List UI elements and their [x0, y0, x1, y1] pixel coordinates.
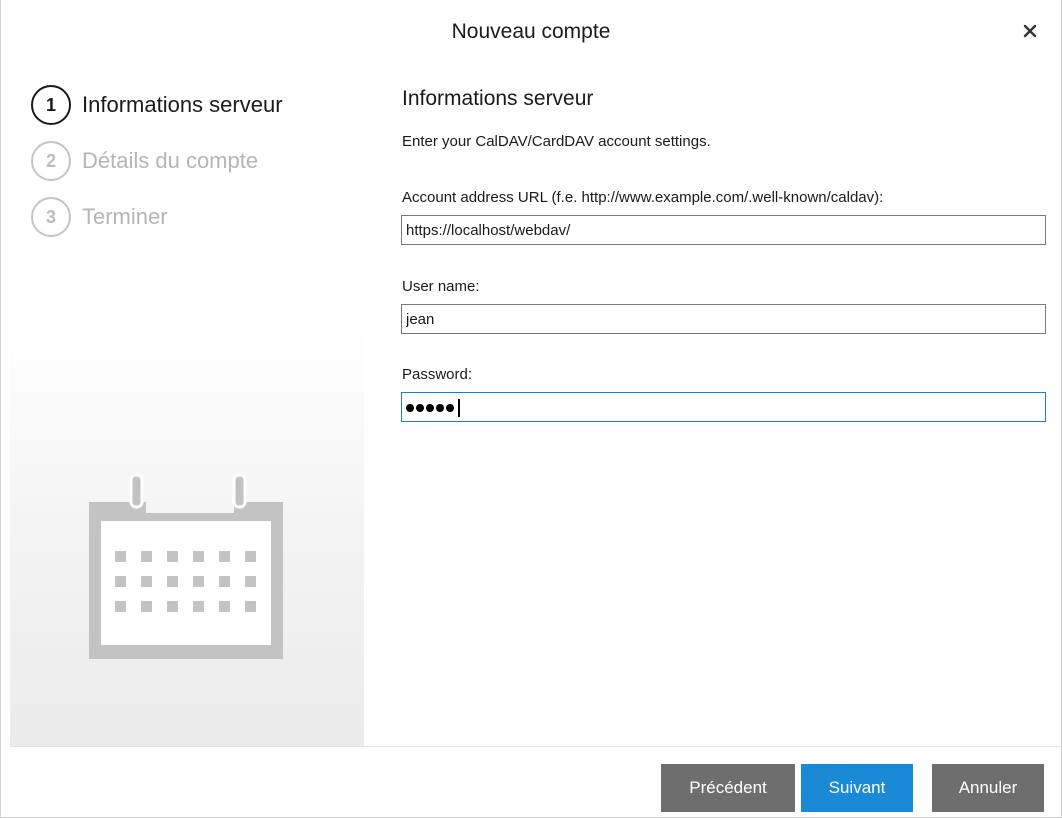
url-input[interactable]	[401, 215, 1046, 245]
close-icon[interactable]	[1017, 18, 1043, 44]
password-label: Password:	[402, 366, 473, 383]
text-caret	[458, 399, 460, 417]
dialog-title: Nouveau compte	[451, 20, 611, 43]
step-label: Informations serveur	[82, 92, 283, 117]
step-label: Détails du compte	[82, 148, 259, 173]
step-number-badge: 2	[31, 141, 71, 181]
password-mask	[406, 399, 460, 417]
password-dot	[446, 404, 454, 412]
step-finish: 3 Terminer	[31, 197, 168, 237]
step-label: Terminer	[82, 204, 168, 229]
steps-panel: 1 Informations serveur 2 Détails du comp…	[10, 70, 364, 746]
next-button[interactable]: Suivant	[801, 764, 913, 812]
step-account-details: 2 Détails du compte	[31, 141, 258, 181]
url-label: Account address URL (f.e. http://www.exa…	[402, 189, 884, 206]
footer-divider	[10, 746, 1061, 747]
password-input[interactable]	[401, 392, 1046, 422]
cancel-button[interactable]: Annuler	[932, 764, 1044, 812]
new-account-dialog: Nouveau compte 1 Informations serveur 2 …	[0, 0, 1062, 818]
username-input[interactable]	[401, 304, 1046, 334]
previous-button[interactable]: Précédent	[661, 764, 795, 812]
form-description: Enter your CalDAV/CardDAV account settin…	[402, 133, 711, 150]
password-dot	[426, 404, 434, 412]
username-label: User name:	[402, 278, 480, 295]
password-dot	[436, 404, 444, 412]
step-server-info: 1 Informations serveur	[31, 85, 283, 125]
password-dot	[416, 404, 424, 412]
password-dot	[406, 404, 414, 412]
step-number-badge: 3	[31, 197, 71, 237]
step-number-badge: 1	[31, 85, 71, 125]
calendar-icon	[89, 475, 283, 659]
section-title: Informations serveur	[402, 87, 594, 110]
